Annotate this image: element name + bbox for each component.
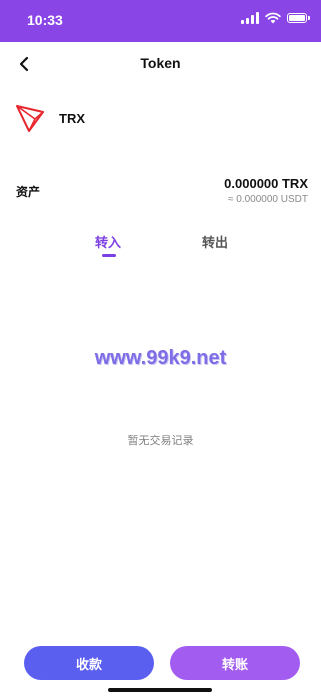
asset-label: 资产 — [16, 185, 41, 199]
tab-transfer-out[interactable]: 转出 — [202, 232, 228, 251]
token-header: TRX — [14, 100, 85, 136]
tron-logo-icon — [16, 105, 44, 132]
tab-transfer-in[interactable]: 转入 — [95, 232, 121, 251]
asset-amount: 0.000000 TRX — [224, 176, 308, 191]
asset-usdt-value: ≈ 0.000000 USDT — [228, 194, 308, 205]
status-time: 10:33 — [27, 12, 63, 28]
receive-button[interactable]: 收款 — [24, 646, 154, 680]
home-indicator — [108, 688, 212, 692]
nav-bar: Token — [0, 42, 321, 86]
empty-state-text: 暂无交易记录 — [127, 434, 194, 447]
page-title: Token — [140, 55, 181, 71]
token-symbol: TRX — [59, 110, 85, 126]
wifi-icon — [265, 12, 281, 24]
active-tab-indicator — [102, 254, 116, 257]
status-bar: 10:33 — [0, 0, 321, 42]
status-icons — [241, 12, 310, 24]
battery-icon — [287, 13, 310, 23]
signal-icon — [241, 12, 259, 24]
transfer-button[interactable]: 转账 — [170, 646, 300, 680]
watermark: www.99k9.net — [94, 347, 227, 369]
